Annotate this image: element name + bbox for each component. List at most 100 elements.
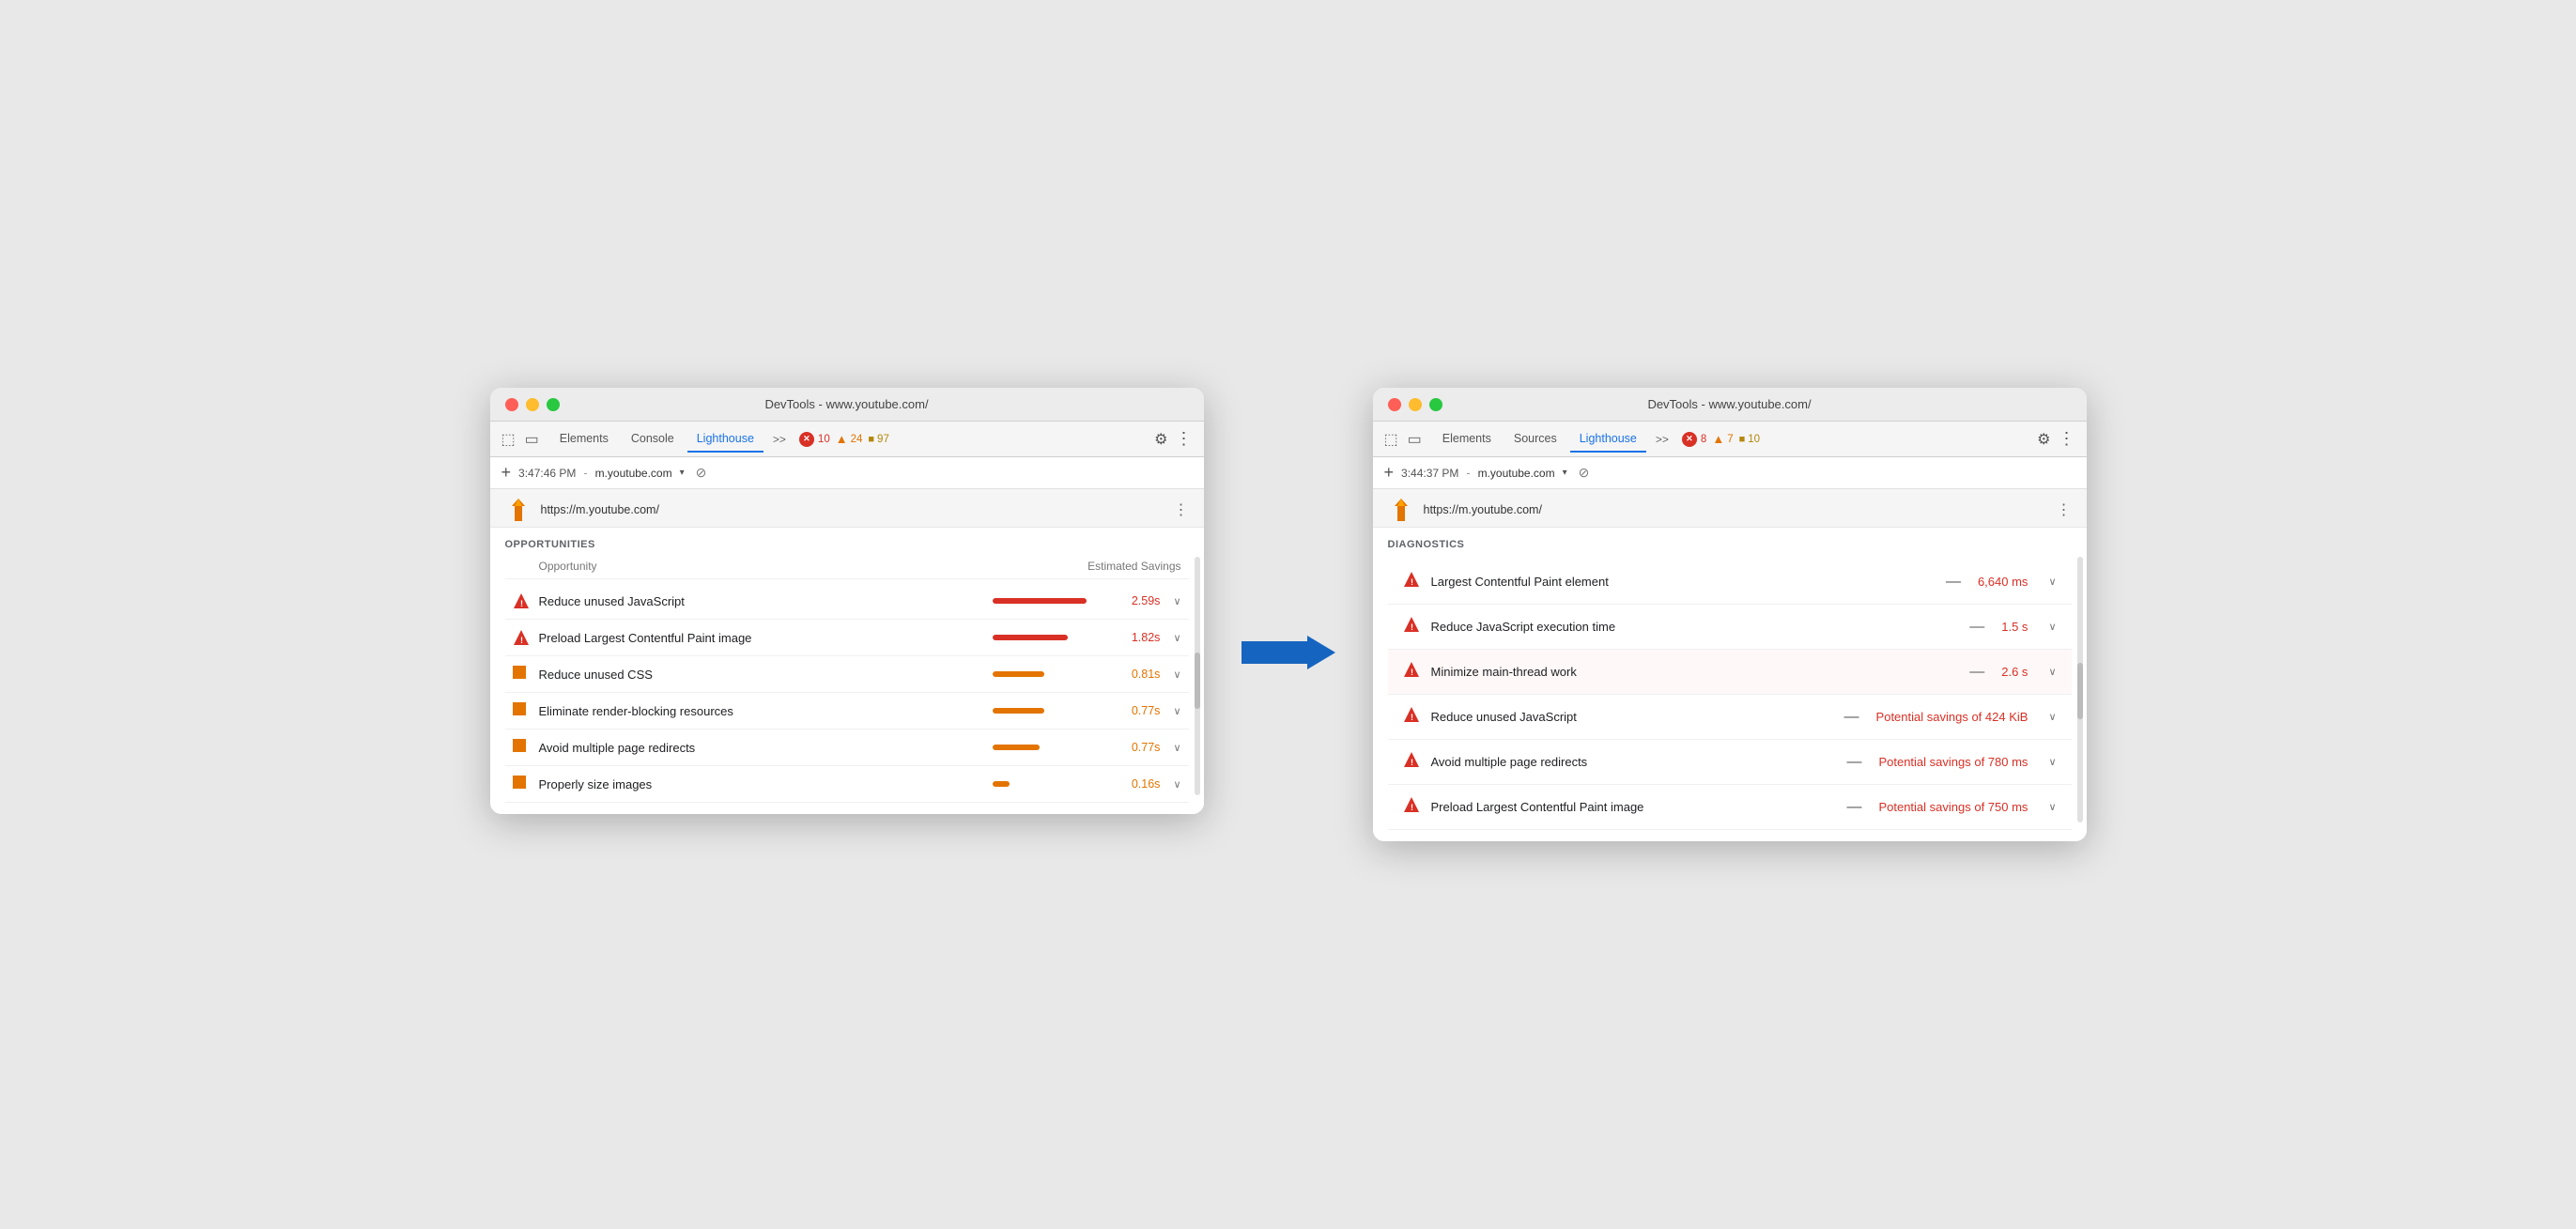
add-tab-right[interactable]: + xyxy=(1384,463,1395,483)
diag-label-3: Reduce unused JavaScript xyxy=(1431,710,1833,724)
expand-diag-0[interactable]: ∨ xyxy=(2048,576,2056,588)
more-menu-icon-left[interactable]: ⋮ xyxy=(1176,429,1193,449)
minimize-button-right[interactable] xyxy=(1409,398,1422,411)
chevron-right-addr[interactable]: ▾ xyxy=(1563,468,1567,478)
inspect-icon-right[interactable]: ⬚ xyxy=(1384,430,1398,449)
diag-row-1: ! Reduce JavaScript execution time — 1.5… xyxy=(1388,605,2072,650)
tab-lighthouse-left[interactable]: Lighthouse xyxy=(687,426,764,453)
opp-row-3: Eliminate render-blocking resources 0.77… xyxy=(505,693,1189,730)
expand-diag-1[interactable]: ∨ xyxy=(2048,621,2056,633)
row-savings-4: 0.77s xyxy=(1124,741,1160,754)
info-icon-left: ■ xyxy=(868,434,874,445)
tab-sources-right[interactable]: Sources xyxy=(1504,426,1566,453)
row-icon-4 xyxy=(513,739,530,756)
diag-label-2: Minimize main-thread work xyxy=(1431,665,1959,679)
row-label-4: Avoid multiple page redirects xyxy=(539,741,984,755)
more-options-left[interactable]: ⋮ xyxy=(1174,500,1189,519)
expand-diag-4[interactable]: ∨ xyxy=(2048,756,2056,768)
progress-bar-1 xyxy=(993,635,1068,640)
more-options-right[interactable]: ⋮ xyxy=(2057,500,2072,519)
svg-text:!: ! xyxy=(1411,713,1413,722)
expand-diag-3[interactable]: ∨ xyxy=(2048,711,2056,723)
svg-text:!: ! xyxy=(520,636,523,645)
tab-elements-left[interactable]: Elements xyxy=(550,426,618,453)
close-button[interactable] xyxy=(505,398,518,411)
expand-diag-2[interactable]: ∨ xyxy=(2048,666,2056,678)
block-icon-left[interactable]: ⊘ xyxy=(696,465,707,481)
more-menu-icon-right[interactable]: ⋮ xyxy=(2059,429,2075,449)
expand-diag-5[interactable]: ∨ xyxy=(2048,801,2056,813)
diag-label-1: Reduce JavaScript execution time xyxy=(1431,620,1959,634)
block-icon-right[interactable]: ⊘ xyxy=(1579,465,1590,481)
warning-icon-right: ▲ xyxy=(1712,432,1724,446)
error-icon-right: ✕ xyxy=(1682,432,1697,447)
error-badge-right: ✕ 8 xyxy=(1682,432,1706,447)
diag-row-3: ! Reduce unused JavaScript — Potential s… xyxy=(1388,695,2072,740)
device-icon-right[interactable]: ▭ xyxy=(1408,430,1422,449)
devtools-icons: ⬚ ▭ xyxy=(501,430,539,449)
svg-text:!: ! xyxy=(520,599,523,608)
diag-icon-0: ! xyxy=(1403,571,1420,592)
chevron-left[interactable]: ▾ xyxy=(680,468,685,478)
row-savings-1: 1.82s xyxy=(1124,631,1160,644)
expand-row-5[interactable]: ∨ xyxy=(1173,778,1180,791)
maximize-button[interactable] xyxy=(547,398,560,411)
badge-group-left: ✕ 10 ▲ 24 ■ 97 xyxy=(799,432,889,447)
left-devtools-window: DevTools - www.youtube.com/ ⬚ ▭ Elements… xyxy=(490,388,1204,814)
diag-icon-1: ! xyxy=(1403,616,1420,638)
settings-icon-right[interactable]: ⚙ xyxy=(2037,430,2050,449)
settings-icon-left[interactable]: ⚙ xyxy=(1154,430,1167,449)
row-bar-4 xyxy=(993,745,1115,750)
tab-lighthouse-right[interactable]: Lighthouse xyxy=(1570,426,1646,453)
close-button-right[interactable] xyxy=(1388,398,1401,411)
row-bar-2 xyxy=(993,671,1115,677)
address-bar-right: + 3:44:37 PM - m.youtube.com ▾ ⊘ xyxy=(1373,457,2087,489)
content-left: OPPORTUNITIES Opportunity Estimated Savi… xyxy=(490,528,1204,814)
expand-row-2[interactable]: ∨ xyxy=(1173,668,1180,681)
progress-bar-4 xyxy=(993,745,1040,750)
tab-elements-right[interactable]: Elements xyxy=(1433,426,1501,453)
device-icon[interactable]: ▭ xyxy=(525,430,539,449)
maximize-button-right[interactable] xyxy=(1429,398,1442,411)
expand-row-1[interactable]: ∨ xyxy=(1173,632,1180,644)
timestamp-left: 3:47:46 PM xyxy=(518,467,576,480)
more-tabs-right[interactable]: >> xyxy=(1650,429,1674,450)
inspect-icon[interactable]: ⬚ xyxy=(501,430,516,449)
content-right: DIAGNOSTICS ! Largest Contentful Paint e… xyxy=(1373,528,2087,841)
diag-value-5: Potential savings of 750 ms xyxy=(1878,800,2028,814)
svg-text:!: ! xyxy=(1411,577,1413,587)
add-tab-left[interactable]: + xyxy=(501,463,512,483)
expand-row-3[interactable]: ∨ xyxy=(1173,705,1180,717)
scrollbar-right[interactable] xyxy=(2077,557,2083,822)
diag-value-4: Potential savings of 780 ms xyxy=(1878,755,2028,769)
info-badge-left: ■ 97 xyxy=(868,434,888,445)
diag-value-1: 1.5 s xyxy=(2001,620,2028,634)
row-bar-0 xyxy=(993,598,1115,604)
error-icon-left: ✕ xyxy=(799,432,814,447)
expand-row-0[interactable]: ∨ xyxy=(1173,595,1180,607)
scroll-thumb-left[interactable] xyxy=(1195,653,1200,709)
window-title-left: DevTools - www.youtube.com/ xyxy=(764,397,928,411)
lighthouse-icon-right xyxy=(1388,497,1414,523)
diag-sep-4: — xyxy=(1846,754,1861,771)
tab-console-left[interactable]: Console xyxy=(622,426,684,453)
blue-arrow-svg xyxy=(1242,636,1335,669)
warning-badge-left: ▲ 24 xyxy=(836,432,863,446)
opp-row-4: Avoid multiple page redirects 0.77s ∨ xyxy=(505,730,1189,766)
minimize-button[interactable] xyxy=(526,398,539,411)
row-label-1: Preload Largest Contentful Paint image xyxy=(539,631,984,645)
diag-row-2: ! Minimize main-thread work — 2.6 s ∨ xyxy=(1388,650,2072,695)
opp-row-2: Reduce unused CSS 0.81s ∨ xyxy=(505,656,1189,693)
diag-value-3: Potential savings of 424 KiB xyxy=(1876,710,2028,724)
diag-sep-1: — xyxy=(1969,619,1984,636)
col-opportunity: Opportunity xyxy=(539,560,597,573)
more-tabs-left[interactable]: >> xyxy=(767,429,792,450)
row-label-2: Reduce unused CSS xyxy=(539,668,984,682)
traffic-lights-right xyxy=(1388,398,1442,411)
expand-row-4[interactable]: ∨ xyxy=(1173,742,1180,754)
row-bar-3 xyxy=(993,708,1115,714)
row-bar-1 xyxy=(993,635,1115,640)
scrollbar-left[interactable] xyxy=(1195,557,1200,795)
scroll-thumb-right[interactable] xyxy=(2077,663,2083,719)
section-title-right: DIAGNOSTICS xyxy=(1388,539,2072,550)
